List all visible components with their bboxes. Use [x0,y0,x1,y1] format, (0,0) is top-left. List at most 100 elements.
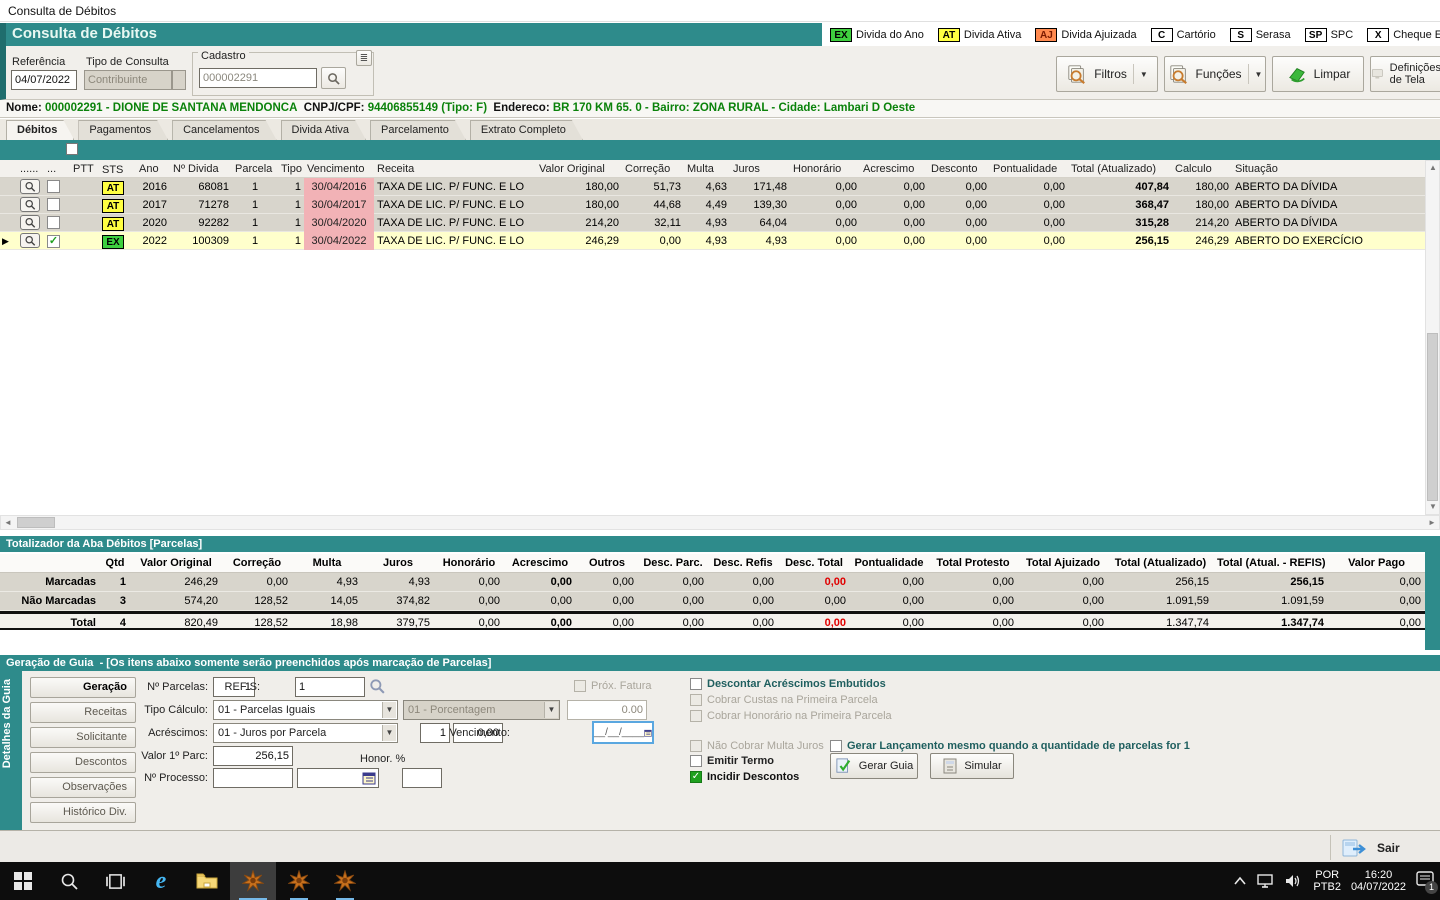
cell-vencimento: 30/04/2020 [304,214,374,232]
honor-input[interactable] [402,768,442,788]
gerar-lancamento-checkbox[interactable]: Gerar Lançamento mesmo quando a quantida… [830,740,1190,752]
start-button[interactable] [0,862,46,900]
detalhes-guia-side-tab[interactable]: Detalhes da Guia [0,671,22,830]
limpar-button[interactable]: Limpar [1272,56,1364,92]
cell-valor-original: 180,00 [536,178,622,196]
scroll-down-icon[interactable]: ▼ [1426,500,1440,514]
processo-date-field[interactable] [297,768,379,788]
cell-pontualidade: 0,00 [990,178,1068,196]
row-detail-button[interactable] [20,179,40,194]
col-header: Honorário [790,160,860,178]
tab-extrato-completo[interactable]: Extrato Completo [470,120,583,140]
horizontal-scroll-thumb[interactable] [17,517,55,528]
notification-center-button[interactable]: 1 [1416,871,1434,892]
sidebar-item-historico[interactable]: Histórico Div. [30,802,136,823]
cadastro-search-button[interactable] [321,67,346,89]
tipo-calculo-select[interactable]: 01 - Parcelas Iguais▼ [213,700,398,720]
window-title: Consulta de Débitos [0,0,1440,22]
referencia-input[interactable] [11,70,77,90]
nao-cobrar-multa-checkbox[interactable]: Não Cobrar Multa Juros [690,740,824,752]
scroll-right-icon[interactable]: ► [1425,516,1439,530]
cobrar-honorario-checkbox[interactable]: Cobrar Honorário na Primeira Parcela [690,710,892,722]
file-explorer-button[interactable] [184,862,230,900]
calendar-icon[interactable] [362,771,376,785]
language-indicator[interactable]: PORPTB2 [1313,869,1341,893]
refis-search-button[interactable] [369,678,385,699]
table-row[interactable]: AT2020922821130/04/2020TAXA DE LIC. P/ F… [0,214,1425,232]
tab-debitos[interactable]: Débitos [6,120,74,140]
tray-chevron-icon[interactable] [1233,876,1247,886]
descontar-acrescimos-checkbox[interactable]: Descontar Acréscimos Embutidos [690,678,886,690]
list-icon[interactable]: ≣ [356,50,372,66]
tab-cancelamentos[interactable]: Cancelamentos [172,120,276,140]
tipo-consulta-dropdown-button[interactable] [172,70,186,90]
internet-explorer-button[interactable]: e [138,862,184,900]
referencia-label: Referência [12,56,65,68]
horizontal-scrollbar[interactable]: ◄ ► [0,515,1440,530]
network-icon[interactable] [1257,874,1275,888]
row-checkbox[interactable] [47,198,60,211]
app-window-button[interactable] [276,862,322,900]
select-all-checkbox[interactable] [66,143,78,155]
cell-parcela: 1 [232,232,278,250]
clock[interactable]: 16:2004/07/2022 [1351,869,1406,893]
prox-fatura-checkbox[interactable]: Próx. Fatura [574,680,652,692]
table-row[interactable]: ▶✓EX20221003091130/04/2022TAXA DE LIC. P… [0,232,1425,250]
porcentagem-select[interactable]: 01 - Porcentagem▼ [403,700,560,720]
emitir-termo-checkbox[interactable]: Emitir Termo [690,755,774,767]
legend-item: ATDivida Ativa [938,28,1021,42]
tipo-consulta-select[interactable] [84,70,172,90]
volume-icon[interactable] [1285,874,1303,888]
refis-input[interactable] [295,677,365,697]
cell-receita: TAXA DE LIC. P/ FUNC. E LO [374,214,536,232]
endereco-value: BR 170 KM 65. 0 - Bairro: ZONA RURAL - C… [553,102,915,114]
totalizador-cell: 0,00 [638,614,708,628]
filtros-button[interactable]: Filtros▼ [1056,56,1158,92]
gerar-guia-button[interactable]: Gerar Guia [830,753,918,779]
cell-detail [18,232,44,250]
row-checkbox[interactable] [47,180,60,193]
row-checkbox[interactable]: ✓ [47,235,60,248]
cell-multa: 4,63 [684,178,730,196]
task-view-button[interactable] [92,862,138,900]
porcentagem-valor-input[interactable] [567,700,647,720]
vencimento-date-field[interactable]: __/__/____ [592,721,654,744]
table-row[interactable]: AT2017712781130/04/2017TAXA DE LIC. P/ F… [0,196,1425,214]
tab-parcelamento[interactable]: Parcelamento [370,120,466,140]
scroll-up-icon[interactable]: ▲ [1426,161,1440,175]
taskbar-search-button[interactable] [46,862,92,900]
row-detail-button[interactable] [20,233,40,248]
tab-pagamentos[interactable]: Pagamentos [78,120,168,140]
vertical-scrollbar[interactable]: ▲ ▼ [1425,160,1440,515]
valor-parc-input[interactable] [213,746,293,766]
row-detail-button[interactable] [20,197,40,212]
table-row[interactable]: AT2016680811130/04/2016TAXA DE LIC. P/ F… [0,178,1425,196]
processo-input[interactable] [213,768,293,788]
incidir-descontos-checkbox[interactable]: ✓Incidir Descontos [690,771,799,783]
totalizador-title: Totalizador da Aba Débitos [Parcelas] [0,536,1425,552]
cell-juros: 139,30 [730,196,790,214]
calendar-icon[interactable] [644,726,652,740]
definicoes-tela-button[interactable]: Definiçõesde Tela [1370,56,1440,92]
cobrar-custas-checkbox[interactable]: Cobrar Custas na Primeira Parcela [690,694,878,706]
app-window-button[interactable] [322,862,368,900]
tab-divida-ativa[interactable]: Divida Ativa [281,120,366,140]
col-header: Tipo [278,160,304,178]
simular-button[interactable]: Simular [930,753,1014,779]
scroll-left-icon[interactable]: ◄ [1,516,15,530]
chevron-down-icon: ▼ [1140,70,1148,79]
cell-desconto: 0,00 [928,196,990,214]
acrescimos-select[interactable]: 01 - Juros por Parcela▼ [213,723,398,743]
vertical-scroll-thumb[interactable] [1427,333,1438,501]
row-checkbox[interactable] [47,216,60,229]
cell-vencimento: 30/04/2022 [304,232,374,250]
row-detail-button[interactable] [20,215,40,230]
col-header: Outros [576,554,638,572]
current-row-marker [0,196,18,214]
funcoes-button[interactable]: Funções▼ [1164,56,1266,92]
sair-button[interactable]: Sair [1330,835,1430,860]
col-header: Situação [1232,160,1425,178]
col-header: Juros [730,160,790,178]
cadastro-input[interactable] [199,68,317,88]
app-window-button-active[interactable] [230,862,276,900]
